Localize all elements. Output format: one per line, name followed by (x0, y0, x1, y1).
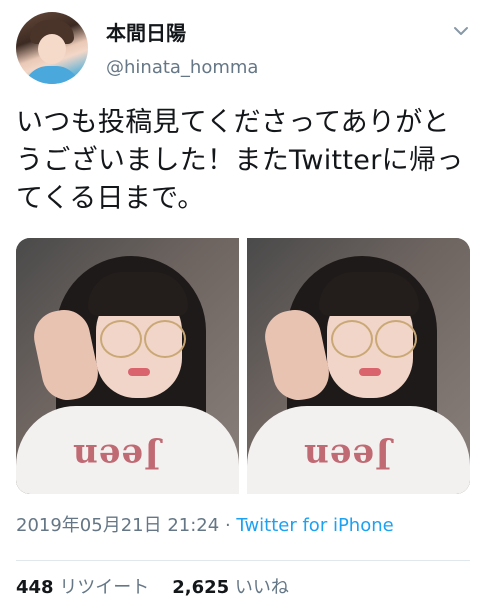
photo-lips (128, 368, 150, 376)
display-name[interactable]: 本間日陽 (106, 20, 186, 46)
meta-separator: · (224, 515, 231, 536)
tweet-meta: 2019年05月21日 21:24 · Twitter for iPhone (16, 514, 394, 538)
photo-grid: Jeen Jeen (16, 238, 470, 494)
photo-lips (359, 368, 381, 376)
user-handle[interactable]: @hinata_homma (106, 56, 258, 80)
tweet-text: いつも投稿見てくださってありがとうございました！またTwitterに帰ってくる日… (16, 107, 464, 214)
glasses-right-lens (144, 320, 186, 358)
photo-bangs (319, 272, 419, 316)
shirt-print: Jeen (303, 436, 392, 476)
retweets-stat[interactable]: 448 リツイート (16, 577, 149, 598)
photo-bangs (88, 272, 188, 316)
likes-stat[interactable]: 2,625 いいね (172, 577, 289, 598)
retweets-label: リツイート (59, 577, 150, 598)
tweet-photo-1[interactable]: Jeen (16, 238, 239, 494)
likes-count: 2,625 (172, 577, 230, 598)
tweet-stats: 448 リツイート 2,625 いいね (16, 576, 289, 600)
tweet-photo-2[interactable]: Jeen (247, 238, 470, 494)
avatar-face (38, 34, 66, 64)
glasses-left-lens (100, 320, 142, 358)
tweet-header: 本間日陽 @hinata_homma (0, 0, 480, 96)
retweets-count: 448 (16, 577, 54, 598)
tweet-timestamp[interactable]: 2019年05月21日 21:24 (16, 515, 219, 536)
glasses-left-lens (331, 320, 373, 358)
shirt-print: Jeen (72, 436, 161, 476)
chevron-down-icon[interactable] (452, 22, 470, 40)
avatar-shirt (24, 66, 80, 84)
tweet-source-link[interactable]: Twitter for iPhone (236, 515, 393, 536)
avatar[interactable] (16, 12, 88, 84)
divider (16, 560, 470, 561)
glasses-right-lens (375, 320, 417, 358)
likes-label: いいね (234, 577, 289, 598)
